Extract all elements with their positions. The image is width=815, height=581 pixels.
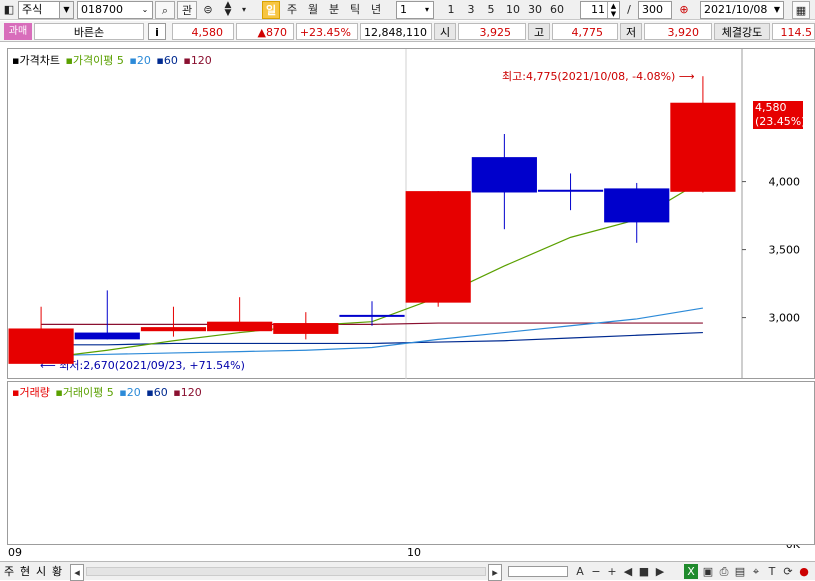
tab-hwang[interactable]: 황 (52, 564, 62, 579)
candle-body (670, 102, 736, 192)
candle-body (604, 188, 670, 223)
volume-legend: ▪거래량 ▪거래이평 5 ▪20 ▪60 ▪120 (12, 386, 202, 399)
volume-legend-title: 거래량 (19, 386, 50, 399)
candle-body (471, 157, 537, 193)
price-tick-label: 4,000 (769, 176, 801, 189)
volume-ma120-label: 120 (180, 386, 202, 399)
price-tick-label: 3,000 (769, 312, 801, 325)
candle-body (339, 314, 405, 317)
candle-body (273, 323, 339, 334)
refresh-icon[interactable]: ⟳ (782, 564, 794, 579)
stop-icon[interactable]: ■ (638, 564, 650, 579)
zoom-out-icon[interactable]: − (590, 564, 602, 579)
excel-icon[interactable]: X (684, 564, 698, 579)
scroll-right-icon[interactable]: ▸ (488, 564, 502, 581)
table-icon[interactable]: ▤ (734, 564, 746, 579)
price-tick-label: 3,500 (769, 244, 801, 257)
volume-ma5-label: 5 (106, 386, 114, 399)
zoom-slider[interactable] (508, 566, 568, 577)
cursor-icon[interactable]: ⌖ (750, 564, 762, 579)
print-icon[interactable]: ⎙ (718, 564, 730, 579)
x-axis-label-oct: 10 (407, 546, 421, 559)
candle-body (405, 191, 471, 303)
scroll-left-icon[interactable]: ◂ (70, 564, 84, 581)
tab-jongmok[interactable]: 주 (4, 564, 14, 579)
text-size-icon[interactable]: A (574, 564, 586, 579)
volume-ma-title: 거래이평 (62, 386, 104, 399)
volume-ma60-label: 60 (153, 386, 168, 399)
zoom-in-icon[interactable]: + (606, 564, 618, 579)
text-tool-icon[interactable]: T (766, 564, 778, 579)
volume-panel[interactable] (7, 381, 815, 545)
play-icon[interactable]: ▶ (654, 564, 666, 579)
volume-ma20-label: 20 (126, 386, 141, 399)
price-ma5-line (41, 179, 704, 359)
tab-sise[interactable]: 시 (36, 564, 46, 579)
price-ma60-line (41, 331, 703, 346)
scroll-track[interactable] (86, 567, 486, 576)
candle-body (74, 332, 140, 340)
tab-hyeonjae[interactable]: 현 (20, 564, 30, 579)
candle-body (207, 321, 273, 332)
rewind-icon[interactable]: ◀ (622, 564, 634, 579)
candle-body (140, 327, 207, 332)
save-icon[interactable]: ▣ (702, 564, 714, 579)
x-axis-label-sep: 09 (8, 546, 22, 559)
candle-body (8, 328, 74, 364)
candle-body (537, 189, 604, 192)
bottom-bar: 주 현 시 황 ◂ ▸ A − + ◀ ■ ▶ X ▣ ⎙ ▤ ⌖ T ⟳ ● (0, 561, 815, 581)
alert-icon[interactable]: ● (798, 564, 810, 579)
